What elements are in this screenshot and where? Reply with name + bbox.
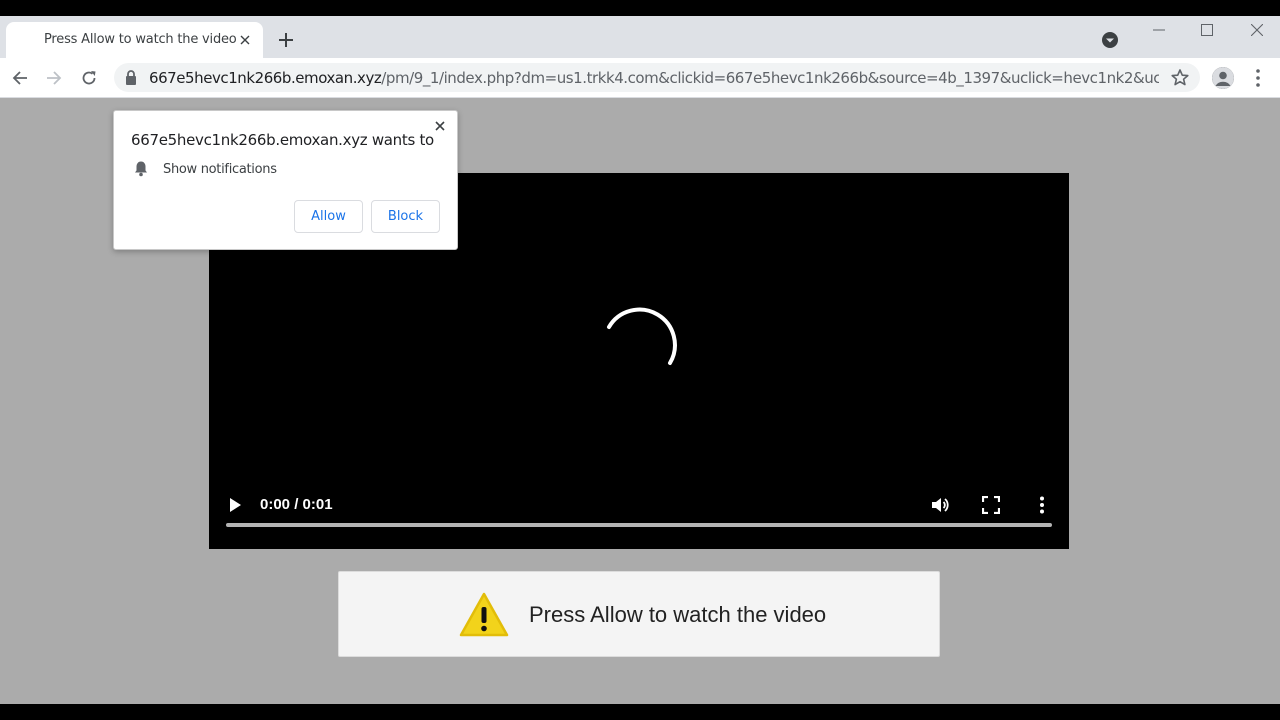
lock-icon[interactable] <box>124 70 138 85</box>
video-controls: 0:00 / 0:01 <box>209 483 1069 523</box>
kebab-icon[interactable] <box>1248 67 1268 89</box>
tab-active[interactable]: Press Allow to watch the video <box>6 22 263 58</box>
browser-window: Press Allow to watch the video 667e5hevc… <box>0 16 1280 704</box>
arrow-right-icon[interactable] <box>42 66 66 90</box>
play-icon[interactable] <box>227 496 243 514</box>
permission-text: Show notifications <box>163 162 277 177</box>
tab-search-icon[interactable] <box>1100 30 1120 50</box>
address-bar[interactable]: 667e5hevc1nk266b.emoxan.xyz/pm/9_1/index… <box>114 63 1200 92</box>
video-progress-bar[interactable] <box>226 523 1052 527</box>
warning-text: Press Allow to watch the video <box>529 602 827 627</box>
screen: Press Allow to watch the video 667e5hevc… <box>0 0 1280 720</box>
video-time: 0:00 / 0:01 <box>260 496 333 513</box>
url-text[interactable]: 667e5hevc1nk266b.emoxan.xyz/pm/9_1/index… <box>149 69 1159 87</box>
reload-icon[interactable] <box>77 66 101 90</box>
close-popup-icon[interactable] <box>432 118 448 134</box>
toolbar: 667e5hevc1nk266b.emoxan.xyz/pm/9_1/index… <box>0 58 1280 98</box>
minimize-icon[interactable] <box>1136 16 1182 44</box>
maximize-icon[interactable] <box>1184 16 1230 44</box>
video-options-icon[interactable] <box>1035 495 1049 515</box>
volume-icon[interactable] <box>930 495 950 515</box>
permission-popup: 667e5hevc1nk266b.emoxan.xyz wants to Sho… <box>113 110 458 250</box>
popup-title: 667e5hevc1nk266b.emoxan.xyz wants to <box>131 131 434 149</box>
close-window-icon[interactable] <box>1234 16 1280 44</box>
loading-spinner-icon <box>607 307 677 365</box>
block-button[interactable]: Block <box>371 200 440 233</box>
warning-banner: Press Allow to watch the video <box>338 571 940 657</box>
url-path: /pm/9_1/index.php?dm=us1.trkk4.com&click… <box>381 69 1159 87</box>
allow-button[interactable]: Allow <box>294 200 363 233</box>
fullscreen-icon[interactable] <box>981 495 1001 515</box>
url-host: 667e5hevc1nk266b.emoxan.xyz <box>149 69 382 87</box>
person-icon[interactable] <box>1212 67 1234 89</box>
tab-title: Press Allow to watch the video <box>44 32 237 47</box>
tab-strip: Press Allow to watch the video <box>0 16 1280 58</box>
star-icon[interactable] <box>1170 68 1190 88</box>
arrow-left-icon[interactable] <box>8 66 32 90</box>
bell-icon <box>133 160 149 177</box>
warning-triangle-icon <box>459 592 509 638</box>
new-tab-icon[interactable] <box>274 28 298 52</box>
close-tab-icon[interactable] <box>235 30 255 50</box>
